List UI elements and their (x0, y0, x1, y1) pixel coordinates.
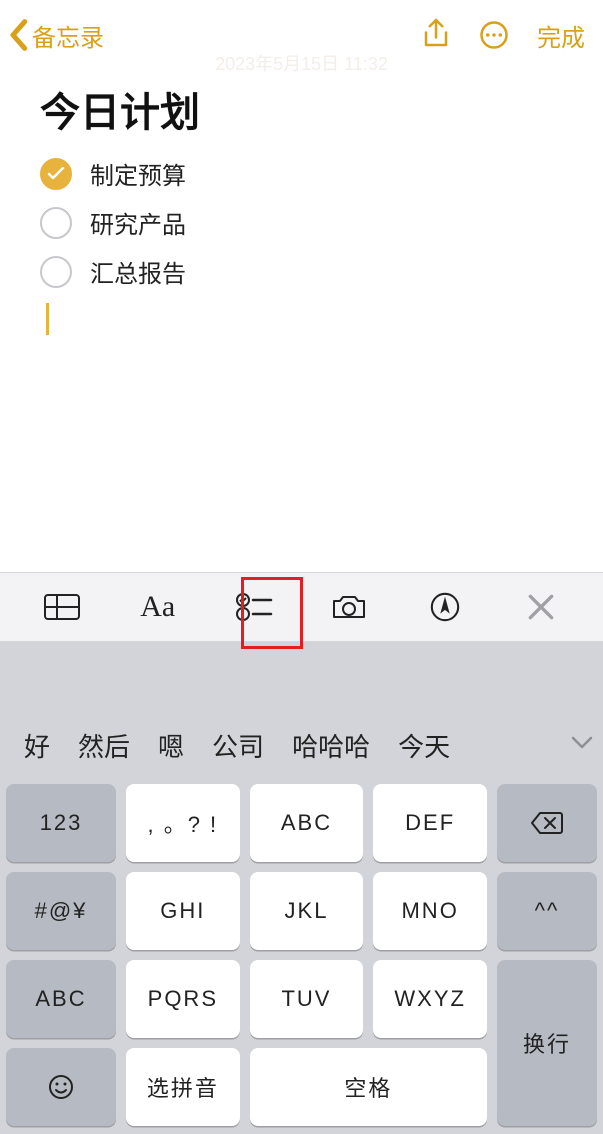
text-format-button[interactable]: Aa (133, 585, 183, 629)
checklist-item-text[interactable]: 制定预算 (90, 156, 186, 191)
dismiss-keyboard-button[interactable] (516, 585, 566, 629)
keyboard-gap (0, 642, 603, 712)
key-emoji[interactable] (6, 1048, 116, 1126)
key-pinyin[interactable]: 选拼音 (126, 1048, 240, 1126)
text-cursor (46, 303, 49, 335)
markup-button[interactable] (420, 585, 470, 629)
key-ghi[interactable]: GHI (126, 872, 240, 950)
suggestion-candidate[interactable]: 哈哈哈 (278, 727, 384, 764)
key-def[interactable]: DEF (373, 784, 487, 862)
suggestion-candidate[interactable]: 公司 (198, 727, 278, 764)
back-label: 备忘录 (32, 18, 104, 53)
checkbox-checked-icon[interactable] (40, 158, 72, 190)
checklist-item-text[interactable]: 汇总报告 (90, 254, 186, 289)
suggestion-candidate[interactable]: 好 (10, 727, 64, 764)
checkbox-empty-icon[interactable] (40, 256, 72, 288)
checklist-item[interactable]: 研究产品 (40, 205, 563, 240)
camera-button[interactable] (324, 585, 374, 629)
note-title[interactable]: 今日计划 (40, 80, 563, 138)
suggestion-candidate[interactable]: 今天 (384, 727, 464, 764)
more-icon[interactable] (479, 17, 509, 53)
key-abc-mode[interactable]: ABC (6, 960, 116, 1038)
keyboard: 123 , 。? ! ABC DEF #@¥ GHI JKL MNO ^^ AB… (0, 778, 603, 1134)
key-mno[interactable]: MNO (373, 872, 487, 950)
checklist-item[interactable]: 汇总报告 (40, 254, 563, 289)
checklist-item-text[interactable]: 研究产品 (90, 205, 186, 240)
chevron-left-icon (8, 18, 28, 52)
key-123[interactable]: 123 (6, 784, 116, 862)
suggestion-bar: 好然后嗯公司哈哈哈今天 (0, 712, 603, 778)
key-tuv[interactable]: TUV (250, 960, 364, 1038)
format-toolbar: Aa (0, 572, 603, 642)
expand-suggestions-button[interactable] (571, 736, 593, 755)
key-wxyz[interactable]: WXYZ (373, 960, 487, 1038)
key-kaomoji[interactable]: ^^ (497, 872, 597, 950)
key-pqrs[interactable]: PQRS (126, 960, 240, 1038)
suggestion-candidate[interactable]: 然后 (64, 727, 144, 764)
table-button[interactable] (37, 585, 87, 629)
note-content[interactable]: 今日计划 制定预算研究产品汇总报告 (0, 70, 603, 335)
key-backspace[interactable] (497, 784, 597, 862)
backspace-icon (530, 811, 564, 835)
suggestion-candidate[interactable]: 嗯 (144, 727, 198, 764)
done-button[interactable]: 完成 (537, 18, 585, 53)
checkbox-empty-icon[interactable] (40, 207, 72, 239)
key-punct[interactable]: , 。? ! (126, 784, 240, 862)
key-symbols[interactable]: #@¥ (6, 872, 116, 950)
key-abc[interactable]: ABC (250, 784, 364, 862)
checklist-item[interactable]: 制定预算 (40, 156, 563, 191)
checklist-button[interactable] (229, 585, 279, 629)
key-space[interactable]: 空格 (250, 1048, 487, 1126)
share-icon[interactable] (421, 17, 451, 53)
key-return[interactable]: 换行 (497, 960, 597, 1126)
navbar: 备忘录 完成 (0, 0, 603, 70)
emoji-icon (47, 1073, 75, 1101)
key-jkl[interactable]: JKL (250, 872, 364, 950)
back-button[interactable]: 备忘录 (8, 18, 104, 53)
